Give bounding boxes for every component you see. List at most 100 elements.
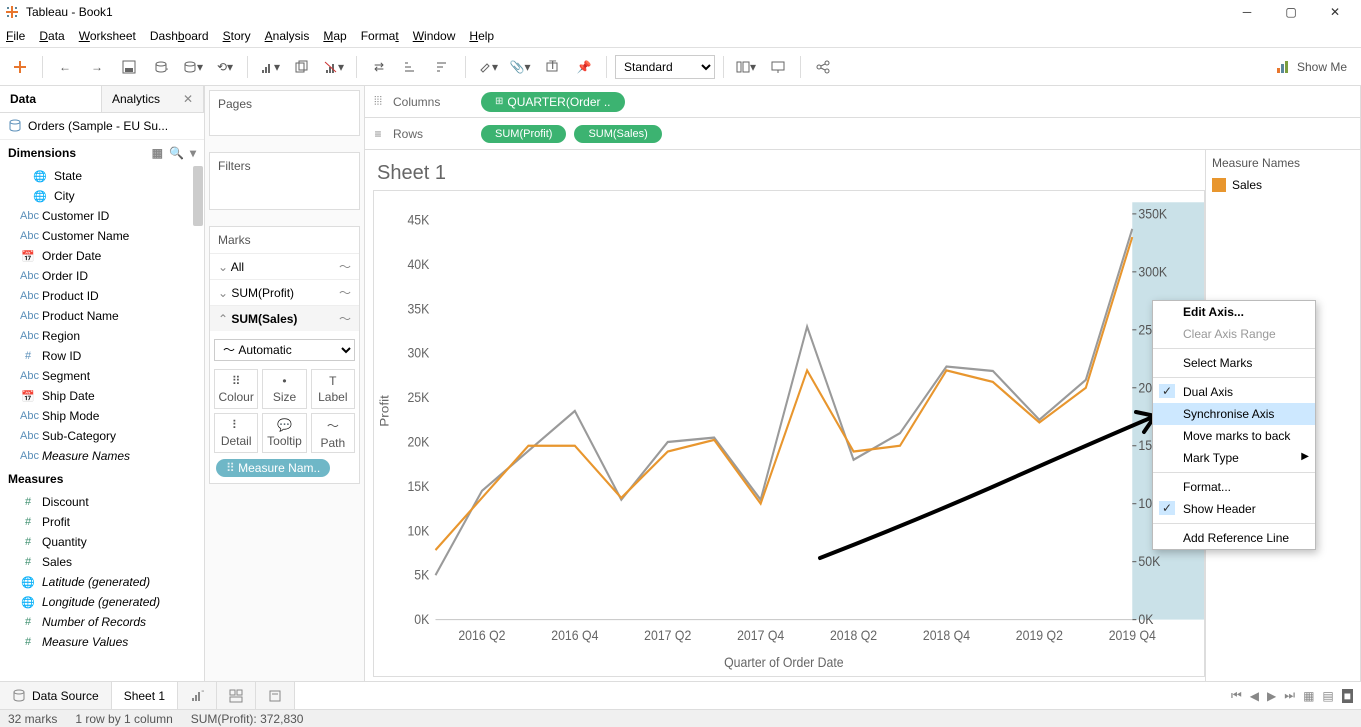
- menu-worksheet[interactable]: Worksheet: [79, 29, 136, 43]
- share-button[interactable]: [809, 53, 837, 81]
- new-datasource-button[interactable]: +: [147, 53, 175, 81]
- ctx-add-reference-line[interactable]: Add Reference Line: [1153, 527, 1315, 549]
- sort-asc-button[interactable]: [397, 53, 425, 81]
- highlight-button[interactable]: ▾: [474, 53, 502, 81]
- marks-tooltip[interactable]: 💬Tooltip: [262, 413, 306, 453]
- data-source-tab[interactable]: Data Source: [0, 682, 112, 709]
- dimension-order-date[interactable]: 📅Order Date: [0, 246, 204, 266]
- measure-profit[interactable]: #Profit: [0, 512, 204, 532]
- menu-help[interactable]: Help: [469, 29, 494, 43]
- new-worksheet-button[interactable]: ▾: [256, 53, 284, 81]
- undo-button[interactable]: ←: [51, 53, 79, 81]
- measure-names-pill[interactable]: ⠿ Measure Nam..: [216, 459, 330, 477]
- pin-button[interactable]: 📌: [570, 53, 598, 81]
- minimize-button[interactable]: ─: [1225, 1, 1269, 23]
- sheet-title[interactable]: Sheet 1: [373, 158, 1205, 191]
- maximize-button[interactable]: ▢: [1269, 1, 1313, 23]
- dimension-state[interactable]: 🌐State: [0, 166, 204, 186]
- columns-shelf[interactable]: ⦙⦙⦙ Columns ⊞QUARTER(Order ..: [365, 86, 1360, 118]
- dimension-product-name[interactable]: AbcProduct Name: [0, 306, 204, 326]
- marks-size[interactable]: •Size: [262, 369, 306, 409]
- sheet1-tab[interactable]: Sheet 1: [112, 682, 178, 709]
- view-tabs-icon[interactable]: ▦: [1303, 689, 1314, 703]
- tableau-icon[interactable]: [6, 53, 34, 81]
- datasource-item[interactable]: Orders (Sample - EU Su...: [0, 113, 204, 140]
- cards-button[interactable]: ▾: [732, 53, 760, 81]
- clear-button[interactable]: ▾: [320, 53, 348, 81]
- dimension-row-id[interactable]: #Row ID: [0, 346, 204, 366]
- nav-first[interactable]: ⏮: [1231, 688, 1242, 703]
- labels-button[interactable]: T: [538, 53, 566, 81]
- dimension-measure-names[interactable]: AbcMeasure Names: [0, 446, 204, 466]
- dimension-customer-id[interactable]: AbcCustomer ID: [0, 206, 204, 226]
- marks-path[interactable]: 〜Path: [311, 413, 355, 453]
- menu-analysis[interactable]: Analysis: [265, 29, 310, 43]
- measure-longitude-(generated)[interactable]: 🌐Longitude (generated): [0, 592, 204, 612]
- redo-button[interactable]: →: [83, 53, 111, 81]
- dimension-segment[interactable]: AbcSegment: [0, 366, 204, 386]
- marks-detail[interactable]: ⠇Detail: [214, 413, 258, 453]
- dimension-ship-mode[interactable]: AbcShip Mode: [0, 406, 204, 426]
- group-button[interactable]: 📎▾: [506, 53, 534, 81]
- ctx-edit-axis-[interactable]: Edit Axis...: [1153, 301, 1315, 323]
- new-story-tab[interactable]: [256, 682, 295, 709]
- dimension-ship-date[interactable]: 📅Ship Date: [0, 386, 204, 406]
- menu-format[interactable]: Format: [361, 29, 399, 43]
- dimension-sub-category[interactable]: AbcSub-Category: [0, 426, 204, 446]
- marks-sales[interactable]: ⌃ SUM(Sales)〜: [210, 305, 359, 331]
- marks-profit[interactable]: ⌄ SUM(Profit)〜: [210, 279, 359, 305]
- menu-window[interactable]: Window: [413, 29, 456, 43]
- new-dashboard-tab[interactable]: [217, 682, 256, 709]
- nav-prev[interactable]: ◀: [1250, 689, 1259, 703]
- ctx-format-[interactable]: Format...: [1153, 476, 1315, 498]
- nav-next[interactable]: ▶: [1267, 689, 1276, 703]
- view-filmstrip-icon[interactable]: ▤: [1322, 689, 1333, 703]
- menu-data[interactable]: Data: [39, 29, 64, 43]
- view-grid-icon[interactable]: ■: [1342, 689, 1353, 703]
- rows-pill-0[interactable]: SUM(Profit): [481, 125, 566, 143]
- ctx-synchronise-axis[interactable]: Synchronise Axis: [1153, 403, 1315, 425]
- measure-sales[interactable]: #Sales: [0, 552, 204, 572]
- view-icon[interactable]: ▦: [152, 146, 163, 160]
- menu-story[interactable]: Story: [223, 29, 251, 43]
- rows-pill-1[interactable]: SUM(Sales): [574, 125, 661, 143]
- ctx-select-marks[interactable]: Select Marks: [1153, 352, 1315, 374]
- rows-shelf[interactable]: ≡ Rows SUM(Profit) SUM(Sales): [365, 118, 1360, 150]
- marks-type-select[interactable]: 〜 Automatic: [214, 339, 355, 361]
- show-me-button[interactable]: Show Me: [1267, 59, 1355, 75]
- new-worksheet-tab[interactable]: +: [178, 682, 217, 709]
- dimension-city[interactable]: 🌐City: [0, 186, 204, 206]
- ctx-mark-type[interactable]: Mark Type▶: [1153, 447, 1315, 469]
- marks-all[interactable]: ⌄ All〜: [210, 253, 359, 279]
- measure-discount[interactable]: #Discount: [0, 492, 204, 512]
- dimension-region[interactable]: AbcRegion: [0, 326, 204, 346]
- menu-map[interactable]: Map: [323, 29, 346, 43]
- nav-last[interactable]: ⏭: [1284, 688, 1295, 703]
- ctx-move-marks-to-back[interactable]: Move marks to back: [1153, 425, 1315, 447]
- measure-quantity[interactable]: #Quantity: [0, 532, 204, 552]
- menu-file[interactable]: File: [6, 29, 25, 43]
- dimension-product-id[interactable]: AbcProduct ID: [0, 286, 204, 306]
- refresh-button[interactable]: ⟲▾: [211, 53, 239, 81]
- ctx-show-header[interactable]: ✓Show Header: [1153, 498, 1315, 520]
- menu-icon[interactable]: ▾: [190, 146, 196, 160]
- search-icon[interactable]: 🔍: [169, 146, 184, 160]
- measure-number-of-records[interactable]: #Number of Records: [0, 612, 204, 632]
- pause-auto-button[interactable]: ▾: [179, 53, 207, 81]
- tab-analytics[interactable]: Analytics✕: [102, 86, 204, 112]
- measure-measure-values[interactable]: #Measure Values: [0, 632, 204, 652]
- sort-desc-button[interactable]: [429, 53, 457, 81]
- close-button[interactable]: ✕: [1313, 1, 1357, 23]
- save-button[interactable]: [115, 53, 143, 81]
- marks-label[interactable]: TLabel: [311, 369, 355, 409]
- swap-button[interactable]: ⇄: [365, 53, 393, 81]
- menu-dashboard[interactable]: Dashboard: [150, 29, 209, 43]
- presentation-button[interactable]: [764, 53, 792, 81]
- measure-latitude-(generated)[interactable]: 🌐Latitude (generated): [0, 572, 204, 592]
- dimension-customer-name[interactable]: AbcCustomer Name: [0, 226, 204, 246]
- legend-item-sales[interactable]: Sales: [1212, 176, 1354, 194]
- dimension-order-id[interactable]: AbcOrder ID: [0, 266, 204, 286]
- marks-colour[interactable]: ⠿Colour: [214, 369, 258, 409]
- chart[interactable]: 0K5K10K15K20K25K30K35K40K45K0K50K100K150…: [373, 190, 1205, 677]
- tab-data[interactable]: Data: [0, 86, 102, 112]
